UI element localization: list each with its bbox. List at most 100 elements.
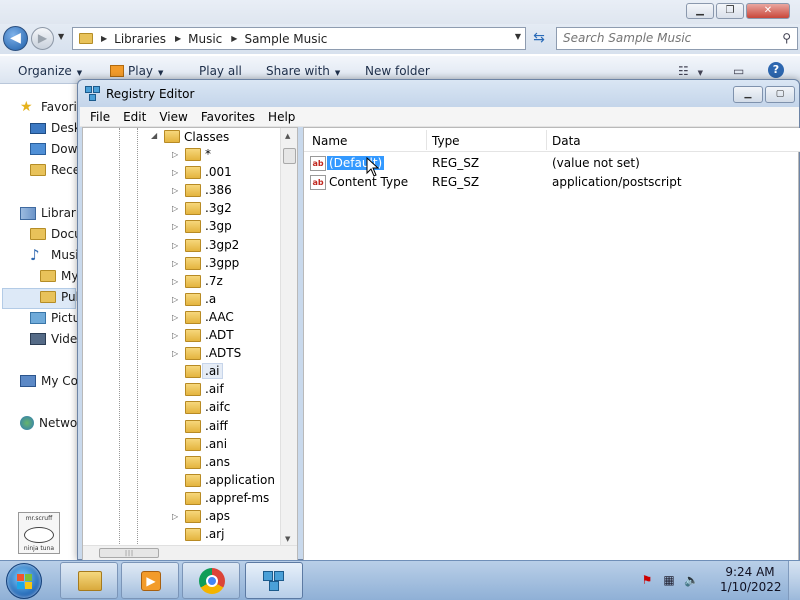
expand-icon[interactable]: ▷ <box>172 222 178 231</box>
expand-icon[interactable]: ▷ <box>172 277 178 286</box>
column-divider[interactable] <box>546 130 547 150</box>
tree-item[interactable]: .aiff <box>83 418 283 436</box>
expand-icon[interactable]: ▷ <box>172 331 178 340</box>
column-type[interactable]: Type <box>432 134 460 148</box>
column-name[interactable]: Name <box>312 134 347 148</box>
minimize-button[interactable]: ▁ <box>686 3 714 19</box>
action-center-icon[interactable]: ⚑ <box>640 573 654 587</box>
expand-icon[interactable]: ▷ <box>172 295 178 304</box>
tree-item[interactable]: .ans <box>83 454 283 472</box>
scroll-thumb[interactable] <box>283 148 296 164</box>
forward-button[interactable]: ▶ <box>31 27 54 50</box>
play-all-button[interactable]: Play all <box>199 64 242 78</box>
network-tray-icon[interactable]: ▦ <box>662 573 676 587</box>
tree-item[interactable]: ▷ .aps <box>83 508 283 526</box>
tree-item[interactable]: .appref-ms <box>83 490 283 508</box>
expand-icon[interactable]: ▷ <box>172 241 178 250</box>
tree-horizontal-scrollbar[interactable]: ||| <box>83 545 297 560</box>
show-desktop-button[interactable] <box>788 561 800 600</box>
tree-item[interactable]: .arj <box>83 526 283 544</box>
taskbar-regedit[interactable] <box>245 562 303 599</box>
menu-favorites[interactable]: Favorites <box>201 110 255 124</box>
breadcrumb-sample-music[interactable]: Sample Music <box>244 32 327 46</box>
address-bar[interactable]: ▶ Libraries ▶ Music ▶ Sample Music ▼ <box>72 27 526 50</box>
regedit-titlebar[interactable]: Registry Editor ▁ ▢ <box>78 80 799 107</box>
tree-vertical-scrollbar[interactable]: ▲ ▼ <box>280 128 297 547</box>
expand-icon[interactable]: ▷ <box>172 512 178 521</box>
regedit-minimize-button[interactable]: ▁ <box>733 86 763 103</box>
tree-item[interactable]: .ai <box>83 363 283 381</box>
breadcrumb-music[interactable]: Music <box>188 32 222 46</box>
back-button[interactable]: ◀ <box>3 26 28 51</box>
expand-icon[interactable]: ▷ <box>172 204 178 213</box>
preview-pane-icon[interactable]: ▭ <box>733 64 744 78</box>
tree-item[interactable]: ▷ .386 <box>83 182 283 200</box>
tree-item[interactable]: ▷ * <box>83 146 283 164</box>
expand-icon[interactable]: ▷ <box>172 150 178 159</box>
menu-file[interactable]: File <box>90 110 110 124</box>
menu-help[interactable]: Help <box>268 110 295 124</box>
help-icon[interactable]: ? <box>768 62 784 78</box>
chevron-right-icon[interactable]: ▶ <box>231 34 237 43</box>
registry-values-list[interactable]: Name Type Data ab (Default) REG_SZ (valu… <box>303 127 800 561</box>
expand-icon[interactable]: ▷ <box>172 168 178 177</box>
chevron-right-icon[interactable]: ▶ <box>101 34 107 43</box>
tree-label: .AAC <box>205 309 234 324</box>
search-box[interactable]: ⚲ <box>556 27 798 50</box>
expand-icon[interactable]: ▷ <box>172 313 178 322</box>
tree-item-classes[interactable]: ◢ Classes <box>83 128 283 146</box>
address-dropdown-icon[interactable]: ▼ <box>515 32 521 41</box>
scroll-down-icon[interactable]: ▼ <box>285 535 290 543</box>
column-divider[interactable] <box>426 130 427 150</box>
tree-item[interactable]: ▷ .3g2 <box>83 200 283 218</box>
tree-item[interactable]: ▷ .3gpp <box>83 255 283 273</box>
tree-item[interactable]: ▷ .ADT <box>83 327 283 345</box>
volume-icon[interactable]: 🔈 <box>684 573 699 587</box>
recent-pages-dropdown[interactable]: ▼ <box>58 32 64 41</box>
menu-edit[interactable]: Edit <box>123 110 146 124</box>
share-with-button[interactable]: Share with ▼ <box>266 64 340 78</box>
breadcrumb-libraries[interactable]: Libraries <box>114 32 166 46</box>
tree-item[interactable]: ▷ .7z <box>83 273 283 291</box>
organize-button[interactable]: Organize ▼ <box>18 64 82 78</box>
tree-item[interactable]: .aifc <box>83 399 283 417</box>
tree-item[interactable]: ▷ .3gp <box>83 218 283 236</box>
column-data[interactable]: Data <box>552 134 581 148</box>
chevron-right-icon[interactable]: ▶ <box>175 34 181 43</box>
taskbar-media-player[interactable]: ▶ <box>121 562 179 599</box>
start-button[interactable] <box>6 563 42 599</box>
expand-icon[interactable]: ▷ <box>172 186 178 195</box>
taskbar-explorer[interactable] <box>60 562 118 599</box>
folder-icon <box>185 383 201 397</box>
search-icon[interactable]: ⚲ <box>782 31 791 45</box>
restore-button[interactable]: ❐ <box>716 3 744 19</box>
expand-icon[interactable]: ▷ <box>172 259 178 268</box>
play-label: Play <box>128 64 154 78</box>
play-button[interactable]: Play ▼ <box>110 64 163 78</box>
tree-item[interactable]: .aif <box>83 381 283 399</box>
registry-tree[interactable]: ◢ Classes ▷ * ▷ .001 ▷ .386 ▷ .3g2 ▷ .3gp ▷ .3gp2 ▷.… <box>82 127 298 561</box>
tree-item[interactable]: .ani <box>83 436 283 454</box>
taskbar-chrome[interactable] <box>182 562 240 599</box>
tree-item[interactable]: ▷ .a <box>83 291 283 309</box>
scroll-up-icon[interactable]: ▲ <box>285 132 290 140</box>
clock[interactable]: 9:24 AM 1/10/2022 <box>720 565 782 595</box>
tree-item[interactable]: ▷ .001 <box>83 164 283 182</box>
expand-icon[interactable]: ▷ <box>172 349 178 358</box>
tree-item[interactable]: .application <box>83 472 283 490</box>
tree-label: .3gp <box>205 219 232 234</box>
tree-label: .386 <box>205 183 232 198</box>
refresh-button[interactable]: ⇆ <box>528 27 550 50</box>
view-options-icon[interactable]: ☷ ▼ <box>678 64 703 78</box>
new-folder-button[interactable]: New folder <box>365 64 430 78</box>
tree-item[interactable]: ▷ .AAC <box>83 309 283 327</box>
computer-icon <box>20 375 36 387</box>
tree-item[interactable]: ▷ .3gp2 <box>83 237 283 255</box>
tree-label: .a <box>205 291 217 306</box>
search-input[interactable] <box>563 31 773 45</box>
regedit-maximize-button[interactable]: ▢ <box>765 86 795 103</box>
menu-view[interactable]: View <box>159 110 187 124</box>
close-button[interactable]: ✕ <box>746 3 790 19</box>
collapse-icon[interactable]: ◢ <box>151 131 157 140</box>
tree-item[interactable]: ▷ .ADTS <box>83 345 283 363</box>
